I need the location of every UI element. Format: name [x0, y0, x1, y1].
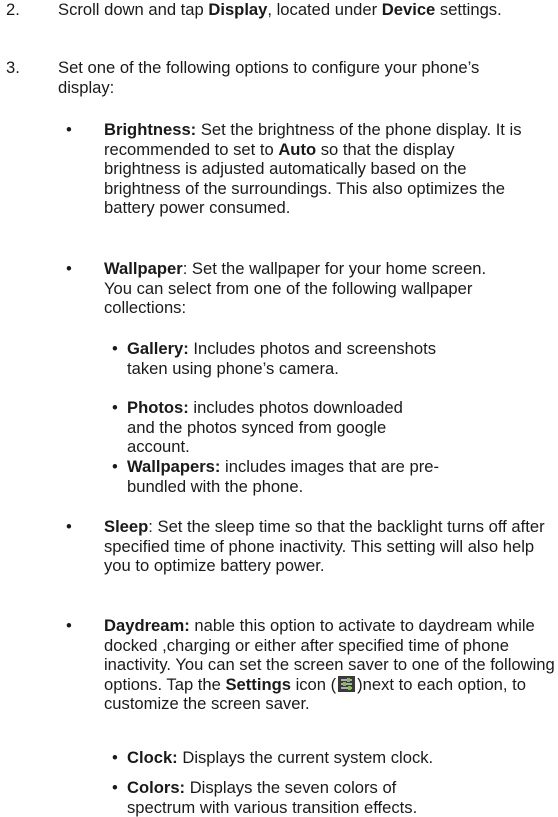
manual-page: 2. Scroll down and tap Display, located … [0, 0, 558, 817]
step-number: 3. [6, 58, 20, 77]
option-desc: : Set the sleep time so that the backlig… [104, 517, 545, 575]
option-desc: icon ( [290, 674, 337, 694]
option-text: Sleep: Set the sleep time so that the ba… [104, 517, 556, 576]
option-text: Brightness: Set the brightness of the ph… [104, 120, 529, 218]
sub-option-desc: Displays the current system clock. [177, 748, 434, 767]
sub-option-label: Gallery: [127, 339, 189, 358]
bullet-dot: • [66, 616, 72, 635]
sub-option-text: Clock: Displays the current system clock… [127, 748, 555, 768]
option-label: Daydream: [104, 616, 190, 635]
bullet-dot: • [112, 778, 118, 797]
bullet-dot: • [112, 398, 118, 417]
step-text: Set one of the following options to conf… [58, 58, 480, 97]
option-text: Daydream: nable this option to activate … [104, 616, 556, 714]
step-number: 2. [6, 0, 20, 19]
sub-option-text: Photos: includes photos downloaded and t… [127, 398, 432, 457]
settings-term: Settings [225, 674, 291, 694]
sub-option-text: Gallery: Includes photos and screenshots… [127, 339, 442, 378]
bullet-dot: • [112, 339, 118, 358]
sub-option-text: Colors: Displays the seven colors of spe… [127, 778, 447, 817]
bullet-dot: • [112, 748, 118, 767]
sub-option-label: Wallpapers: [127, 457, 221, 476]
bullet-dot: • [66, 517, 72, 536]
option-label: Sleep [104, 517, 149, 536]
auto-term: Auto [278, 139, 317, 159]
sub-option-text: Wallpapers: includes images that are pre… [127, 457, 452, 496]
step-text-part: settings. [435, 0, 502, 19]
option-text: Wallpaper: Set the wallpaper for your ho… [104, 259, 494, 318]
bullet-dot: • [66, 120, 72, 139]
bullet-dot: • [66, 259, 72, 278]
step-text-part: Scroll down and tap [58, 0, 209, 19]
sub-option-label: Clock: [127, 748, 178, 767]
sub-option-label: Photos: [127, 398, 189, 417]
step-text: Scroll down and tap Display, located und… [58, 0, 548, 20]
settings-sliders-icon [338, 675, 356, 692]
step-text-part: , located under [267, 0, 382, 19]
display-term: Display [208, 0, 268, 19]
bullet-dot: • [112, 457, 118, 476]
option-label: Brightness: [104, 120, 197, 139]
option-label: Wallpaper [104, 259, 183, 278]
sub-option-label: Colors: [127, 778, 186, 797]
device-term: Device [381, 0, 436, 19]
